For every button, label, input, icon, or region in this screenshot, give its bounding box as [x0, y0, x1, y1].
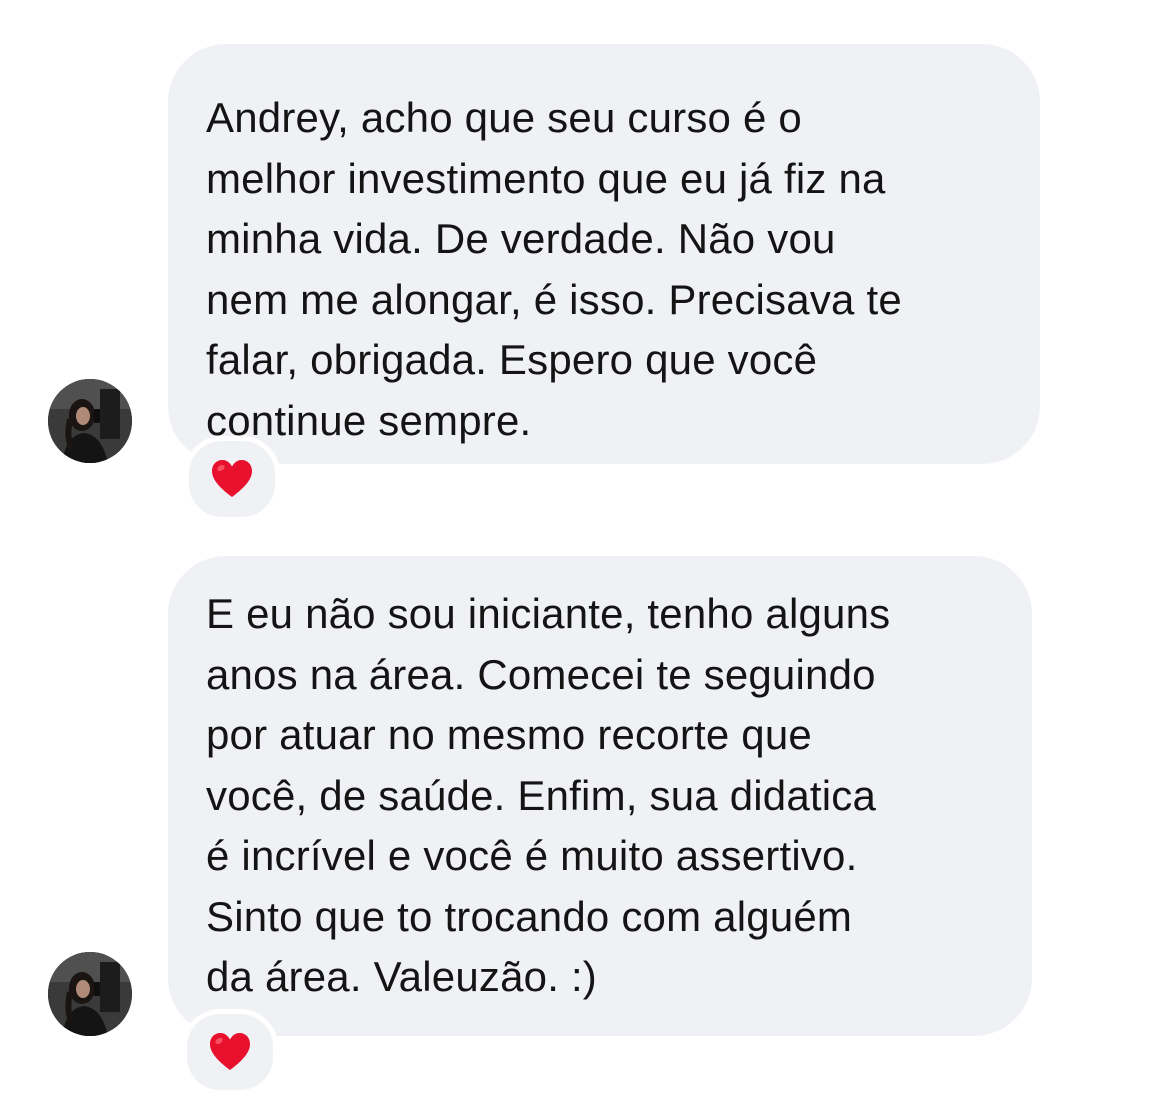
- reaction-badge[interactable]: [184, 436, 280, 522]
- reaction-badge[interactable]: [182, 1009, 278, 1095]
- message-thread: Andrey, acho que seu curso é o melhor in…: [0, 0, 1170, 1110]
- heart-icon: [212, 460, 252, 497]
- message-text: E eu não sou iniciante, tenho alguns ano…: [206, 590, 891, 1000]
- user-avatar[interactable]: [48, 379, 132, 463]
- message-bubble[interactable]: Andrey, acho que seu curso é o melhor in…: [168, 44, 1040, 464]
- message-bubble[interactable]: E eu não sou iniciante, tenho alguns ano…: [168, 556, 1032, 1036]
- heart-icon: [210, 1033, 250, 1070]
- user-avatar[interactable]: [48, 952, 132, 1036]
- message-text: Andrey, acho que seu curso é o melhor in…: [206, 94, 902, 444]
